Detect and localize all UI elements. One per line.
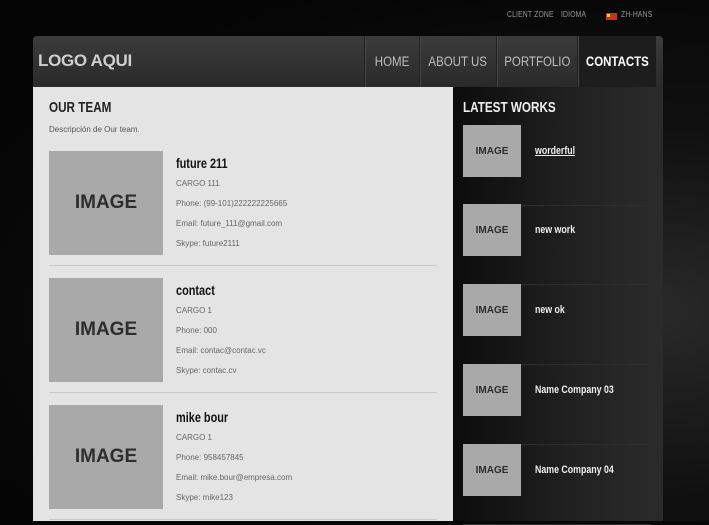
work-title-link[interactable]: new ok bbox=[535, 304, 565, 316]
latest-works-sidebar: LATEST WORKS IMAGE worderful IMAGE new w… bbox=[453, 87, 663, 525]
work-title-link[interactable]: worderful bbox=[535, 145, 575, 157]
team-member: IMAGE contact CARGO 1 Phone: 000 Email: … bbox=[49, 278, 437, 393]
member-email: Email: future_111@gmail.com bbox=[176, 219, 283, 228]
member-name: future 211 bbox=[176, 155, 228, 171]
client-zone-link[interactable]: CLIENT ZONE bbox=[507, 10, 554, 19]
team-description: Descripción de Our team. bbox=[49, 125, 140, 134]
member-email: Email: contac@contac.vc bbox=[176, 346, 266, 355]
language-label: IDIOMA bbox=[561, 10, 587, 19]
member-skype: Skype: contac.cv bbox=[176, 366, 237, 375]
work-item[interactable]: IMAGE Name Company 04 bbox=[463, 444, 651, 525]
member-name: contact bbox=[176, 282, 215, 298]
member-name: mike bour bbox=[176, 409, 229, 425]
nav-about-us[interactable]: ABOUT US bbox=[419, 36, 496, 87]
team-title: OUR TEAM bbox=[49, 99, 112, 116]
work-item[interactable]: IMAGE worderful bbox=[463, 125, 651, 206]
member-phone: Phone: 000 bbox=[176, 326, 217, 335]
site-header: LOGO AQUI HOME ABOUT US PORTFOLIO CONTAC… bbox=[33, 36, 663, 87]
work-title-link[interactable]: Name Company 04 bbox=[535, 464, 614, 476]
member-skype: Skype: mike123 bbox=[176, 493, 233, 502]
team-member: IMAGE mike bour CARGO 1 Phone: 958457845… bbox=[49, 405, 437, 520]
nav-contacts[interactable]: CONTACTS bbox=[577, 36, 656, 87]
member-phone: Phone: (99-101)222222225665 bbox=[176, 199, 288, 208]
work-title-link[interactable]: Name Company 03 bbox=[535, 384, 614, 396]
work-thumbnail[interactable]: IMAGE bbox=[463, 444, 521, 496]
member-email: Email: mike.bour@empresa.com bbox=[176, 473, 293, 482]
work-thumbnail[interactable]: IMAGE bbox=[463, 204, 521, 256]
team-section: OUR TEAM Descripción de Our team. IMAGE … bbox=[33, 87, 453, 521]
member-cargo: CARGO 1 bbox=[176, 433, 213, 442]
nav-portfolio[interactable]: PORTFOLIO bbox=[496, 36, 577, 87]
nav-home[interactable]: HOME bbox=[364, 36, 419, 87]
member-cargo: CARGO 1 bbox=[176, 306, 213, 315]
top-utility-bar: CLIENT ZONE IDIOMA ZH-HANS bbox=[0, 10, 709, 26]
language-selector[interactable]: ZH-HANS bbox=[621, 10, 652, 19]
work-item[interactable]: IMAGE new work bbox=[463, 204, 651, 285]
china-flag-icon[interactable] bbox=[606, 13, 617, 20]
latest-works-title: LATEST WORKS bbox=[463, 99, 556, 116]
work-thumbnail[interactable]: IMAGE bbox=[463, 284, 521, 336]
work-item[interactable]: IMAGE new ok bbox=[463, 284, 651, 365]
member-phone: Phone: 958457845 bbox=[176, 453, 244, 462]
member-image: IMAGE bbox=[49, 151, 163, 255]
work-thumbnail[interactable]: IMAGE bbox=[463, 125, 521, 177]
member-image: IMAGE bbox=[49, 405, 163, 509]
logo[interactable]: LOGO AQUI bbox=[38, 51, 132, 71]
member-skype: Skype: future2111 bbox=[176, 239, 240, 248]
work-thumbnail[interactable]: IMAGE bbox=[463, 364, 521, 416]
work-item[interactable]: IMAGE Name Company 03 bbox=[463, 364, 651, 445]
work-title-link[interactable]: new work bbox=[535, 224, 575, 236]
member-cargo: CARGO 111 bbox=[176, 179, 220, 188]
member-image: IMAGE bbox=[49, 278, 163, 382]
team-member: IMAGE future 211 CARGO 111 Phone: (99-10… bbox=[49, 151, 437, 266]
